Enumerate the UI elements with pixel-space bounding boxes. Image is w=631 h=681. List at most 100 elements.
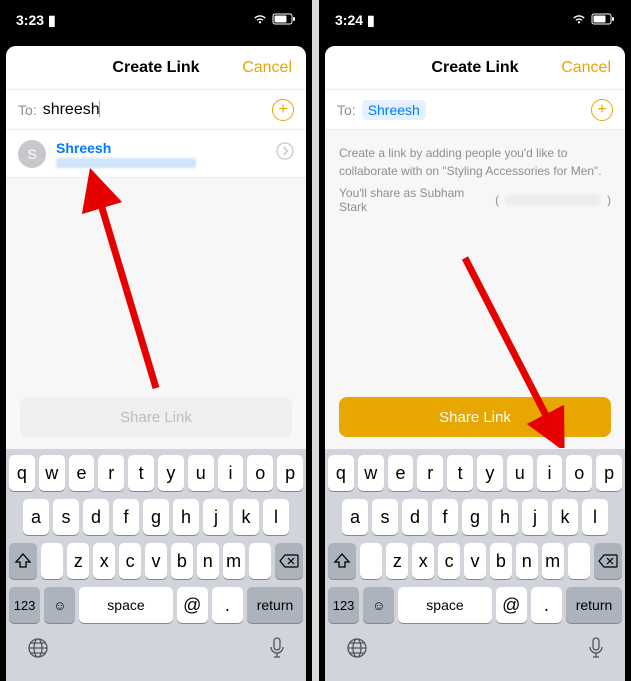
- keyboard-row-1: q w e r t y u i o p: [328, 455, 622, 491]
- share-link-button[interactable]: Share Link: [339, 397, 611, 437]
- key-q[interactable]: q: [9, 455, 35, 491]
- battery-icon: [591, 12, 615, 28]
- emoji-key[interactable]: ☺: [44, 587, 75, 623]
- key-a[interactable]: a: [342, 499, 368, 535]
- key-f[interactable]: f: [113, 499, 139, 535]
- battery-icon: [272, 12, 296, 28]
- key-b[interactable]: b: [490, 543, 512, 579]
- key-o[interactable]: o: [247, 455, 273, 491]
- share-as-text: You'll share as Subham Stark (): [325, 186, 625, 228]
- key-m[interactable]: m: [542, 543, 564, 579]
- emoji-key[interactable]: ☺: [363, 587, 394, 623]
- key-u[interactable]: u: [507, 455, 533, 491]
- key-k[interactable]: k: [552, 499, 578, 535]
- key-j[interactable]: j: [522, 499, 548, 535]
- key-y[interactable]: y: [477, 455, 503, 491]
- key-c[interactable]: c: [119, 543, 141, 579]
- shift-key[interactable]: [9, 543, 37, 579]
- to-field-row[interactable]: To: shreesh +: [6, 90, 306, 130]
- globe-icon[interactable]: [346, 637, 368, 665]
- key-g[interactable]: g: [462, 499, 488, 535]
- key-v[interactable]: v: [145, 543, 167, 579]
- share-as-redacted: [505, 194, 601, 206]
- to-input-value[interactable]: shreesh: [43, 101, 100, 119]
- key-z[interactable]: z: [386, 543, 408, 579]
- key-h[interactable]: h: [492, 499, 518, 535]
- to-label: To:: [18, 102, 37, 118]
- globe-icon[interactable]: [27, 637, 49, 665]
- backspace-key[interactable]: [594, 543, 622, 579]
- chevron-right-icon[interactable]: [276, 142, 294, 165]
- key-w[interactable]: w: [358, 455, 384, 491]
- sheet-header: Create Link Cancel: [6, 46, 306, 90]
- key-b[interactable]: b: [171, 543, 193, 579]
- key-t[interactable]: t: [447, 455, 473, 491]
- key-c[interactable]: c: [438, 543, 460, 579]
- status-icons: [252, 12, 296, 28]
- key-i[interactable]: i: [537, 455, 563, 491]
- key-v[interactable]: v: [464, 543, 486, 579]
- add-contact-button[interactable]: +: [591, 99, 613, 121]
- key-q[interactable]: q: [328, 455, 354, 491]
- at-key[interactable]: @: [496, 587, 527, 623]
- key-i[interactable]: i: [218, 455, 244, 491]
- key-s[interactable]: s: [53, 499, 79, 535]
- key-d[interactable]: d: [402, 499, 428, 535]
- page-title: Create Link: [431, 59, 518, 77]
- key-a[interactable]: a: [23, 499, 49, 535]
- mic-icon[interactable]: [588, 637, 604, 665]
- keyboard-row-1: q w e r t y u i o p: [9, 455, 303, 491]
- key-t[interactable]: t: [128, 455, 154, 491]
- key-p[interactable]: p: [277, 455, 303, 491]
- key-s[interactable]: s: [372, 499, 398, 535]
- info-text: Create a link by adding people you'd lik…: [325, 130, 625, 186]
- at-key[interactable]: @: [177, 587, 208, 623]
- add-contact-button[interactable]: +: [272, 99, 294, 121]
- key-z[interactable]: z: [67, 543, 89, 579]
- key-d[interactable]: d: [83, 499, 109, 535]
- key-m[interactable]: m: [223, 543, 245, 579]
- key-f[interactable]: f: [432, 499, 458, 535]
- key-e[interactable]: e: [388, 455, 414, 491]
- sheet: Create Link Cancel To: shreesh + S Shree…: [6, 46, 306, 681]
- key-y[interactable]: y: [158, 455, 184, 491]
- key-l[interactable]: l: [582, 499, 608, 535]
- shift-key[interactable]: [328, 543, 356, 579]
- dot-key[interactable]: .: [531, 587, 562, 623]
- to-field-row[interactable]: To: Shreesh +: [325, 90, 625, 130]
- key-l[interactable]: l: [263, 499, 289, 535]
- numbers-key[interactable]: 123: [328, 587, 359, 623]
- keyboard: q w e r t y u i o p a s d f g h j k l: [325, 449, 625, 681]
- key-j[interactable]: j: [203, 499, 229, 535]
- key-h[interactable]: h: [173, 499, 199, 535]
- mic-icon[interactable]: [269, 637, 285, 665]
- wifi-icon: [571, 12, 587, 28]
- cancel-button[interactable]: Cancel: [561, 59, 611, 77]
- key-k[interactable]: k: [233, 499, 259, 535]
- key-x[interactable]: x: [93, 543, 115, 579]
- contact-suggestion-row[interactable]: S Shreesh: [6, 130, 306, 178]
- return-key[interactable]: return: [566, 587, 622, 623]
- key-x[interactable]: x: [412, 543, 434, 579]
- numbers-key[interactable]: 123: [9, 587, 40, 623]
- backspace-key[interactable]: [275, 543, 303, 579]
- key-u[interactable]: u: [188, 455, 214, 491]
- dot-key[interactable]: .: [212, 587, 243, 623]
- contact-detail-redacted: [56, 158, 196, 168]
- key-r[interactable]: r: [98, 455, 124, 491]
- key-g[interactable]: g: [143, 499, 169, 535]
- return-key[interactable]: return: [247, 587, 303, 623]
- key-n[interactable]: n: [516, 543, 538, 579]
- keyboard-row-2: a s d f g h j k l: [9, 499, 303, 535]
- space-key[interactable]: space: [398, 587, 491, 623]
- key-p[interactable]: p: [596, 455, 622, 491]
- to-recipient-pill[interactable]: Shreesh: [362, 100, 426, 120]
- keyboard-row-3: z x c v b n m: [328, 543, 622, 579]
- key-e[interactable]: e: [69, 455, 95, 491]
- key-r[interactable]: r: [417, 455, 443, 491]
- key-o[interactable]: o: [566, 455, 592, 491]
- cancel-button[interactable]: Cancel: [242, 59, 292, 77]
- space-key[interactable]: space: [79, 587, 172, 623]
- key-w[interactable]: w: [39, 455, 65, 491]
- key-n[interactable]: n: [197, 543, 219, 579]
